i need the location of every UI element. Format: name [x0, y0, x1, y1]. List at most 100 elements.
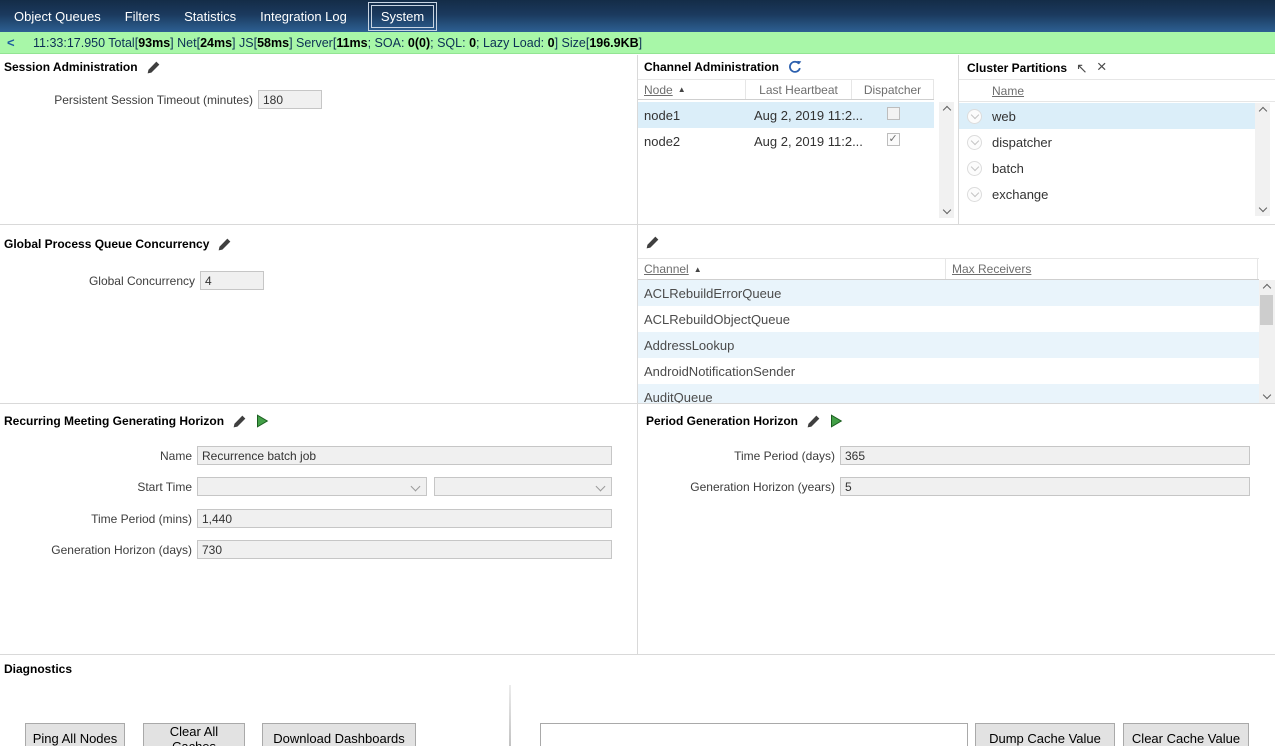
column-header-name[interactable]: Name: [992, 84, 1024, 98]
column-header-max-receivers[interactable]: Max Receivers: [946, 259, 1258, 279]
scroll-thumb[interactable]: [1260, 295, 1273, 325]
session-admin-panel: Session Administration Persistent Sessio…: [0, 55, 638, 225]
scrollbar[interactable]: [1259, 280, 1275, 403]
expand-chevron-icon[interactable]: [967, 161, 982, 176]
expand-chevron-icon[interactable]: [967, 187, 982, 202]
expand-chevron-icon[interactable]: [967, 109, 982, 124]
performance-status-bar: < 11:33:17.950 Total[93ms] Net[24ms] JS[…: [0, 32, 1275, 54]
download-dashboards-button[interactable]: Download Dashboards: [262, 723, 416, 746]
column-header-last-heartbeat[interactable]: Last Heartbeat: [746, 80, 852, 99]
nav-item-integration-log[interactable]: Integration Log: [254, 5, 353, 28]
edit-icon[interactable]: [646, 236, 659, 249]
channel-row[interactable]: AndroidNotificationSender: [638, 358, 1259, 384]
dispatcher-checkbox[interactable]: [887, 133, 900, 146]
cluster-partition-row[interactable]: web: [959, 103, 1255, 129]
session-timeout-label: Persistent Session Timeout (minutes): [0, 93, 258, 107]
system-admin-page: { "nav": { "items": [ {"label": "Object …: [0, 0, 1275, 746]
status-timestamp: 11:33:17.950: [33, 36, 105, 50]
edit-icon[interactable]: [233, 415, 246, 428]
column-header-node[interactable]: Node▲: [638, 80, 746, 99]
cache-key-input[interactable]: [540, 723, 968, 746]
close-icon[interactable]: ×: [1097, 58, 1107, 75]
scroll-down-arrow[interactable]: [939, 205, 954, 218]
status-metric: Lazy Load: 0]: [480, 36, 559, 50]
run-icon[interactable]: [829, 414, 843, 428]
nav-item-filters[interactable]: Filters: [119, 5, 166, 28]
scroll-up-arrow[interactable]: [939, 102, 954, 115]
start-time-date-select[interactable]: [197, 477, 427, 496]
status-metric: SOA: 0(0);: [371, 36, 434, 50]
period-generation-title: Period Generation Horizon: [646, 414, 798, 428]
nav-item-system[interactable]: System: [371, 5, 434, 28]
channel-admin-title: Channel Administration: [644, 60, 779, 74]
scrollbar[interactable]: [939, 102, 954, 218]
start-time-label: Start Time: [0, 480, 197, 494]
name-input[interactable]: [197, 446, 612, 465]
time-period-mins-input[interactable]: [197, 509, 612, 528]
top-nav: Object Queues Filters Statistics Integra…: [0, 0, 1275, 32]
column-header-channel[interactable]: Channel▲: [638, 259, 946, 279]
channel-row[interactable]: ACLRebuildErrorQueue: [638, 280, 1259, 306]
cluster-partition-row[interactable]: exchange: [959, 181, 1255, 207]
clear-all-caches-button[interactable]: Clear All Caches: [143, 723, 245, 746]
period-generation-panel: Period Generation Horizon Time Period (d…: [638, 404, 1275, 655]
generation-horizon-years-label: Generation Horizon (years): [638, 480, 840, 494]
cluster-partitions-title: Cluster Partitions: [967, 61, 1067, 75]
edit-icon[interactable]: [807, 415, 820, 428]
time-period-days-label: Time Period (days): [638, 449, 840, 463]
scroll-up-arrow[interactable]: [1259, 280, 1274, 293]
global-concurrency-input[interactable]: [200, 271, 264, 290]
time-period-mins-label: Time Period (mins): [0, 512, 197, 526]
popout-arrow-icon[interactable]: ↖: [1076, 61, 1088, 75]
scrollbar[interactable]: [1255, 103, 1270, 216]
scroll-down-arrow[interactable]: [1259, 390, 1274, 403]
nav-item-statistics[interactable]: Statistics: [178, 5, 242, 28]
generation-horizon-years-input[interactable]: [840, 477, 1250, 496]
dispatcher-checkbox[interactable]: [887, 107, 900, 120]
diagnostics-panel: Diagnostics Ping All Nodes Clear All Cac…: [0, 655, 1275, 746]
session-admin-title: Session Administration: [4, 60, 138, 74]
ping-all-nodes-button[interactable]: Ping All Nodes: [25, 723, 125, 746]
status-metric: Size[196.9KB]: [558, 36, 642, 50]
recurring-meeting-panel: Recurring Meeting Generating Horizon Nam…: [0, 404, 638, 655]
status-metric: Net[24ms]: [174, 36, 236, 50]
start-time-time-select[interactable]: [434, 477, 612, 496]
cluster-partition-row[interactable]: dispatcher: [959, 129, 1255, 155]
recurring-meeting-title: Recurring Meeting Generating Horizon: [4, 414, 224, 428]
edit-icon[interactable]: [147, 61, 160, 74]
edit-icon[interactable]: [218, 238, 231, 251]
session-timeout-input[interactable]: [258, 90, 322, 109]
global-concurrency-label: Global Concurrency: [0, 274, 200, 288]
cluster-partition-row[interactable]: batch: [959, 155, 1255, 181]
time-period-days-input[interactable]: [840, 446, 1250, 465]
diagnostics-title: Diagnostics: [4, 662, 72, 676]
generation-horizon-days-input[interactable]: [197, 540, 612, 559]
channel-queue-panel: Channel▲ Max Receivers ACLRebuildErrorQu…: [638, 225, 1275, 404]
scroll-down-arrow[interactable]: [1255, 203, 1270, 216]
channel-admin-panel: Channel Administration Node▲ Last Heartb…: [638, 55, 959, 225]
run-icon[interactable]: [255, 414, 269, 428]
name-label: Name: [0, 449, 197, 463]
collapse-chevron-icon[interactable]: <: [0, 35, 33, 50]
status-metric: Total[93ms]: [105, 36, 174, 50]
sort-asc-icon: ▲: [694, 265, 702, 274]
status-metric: JS[58ms]: [236, 36, 293, 50]
expand-chevron-icon[interactable]: [967, 135, 982, 150]
node-row[interactable]: node1 Aug 2, 2019 11:2...: [638, 102, 934, 128]
sort-asc-icon: ▲: [678, 85, 686, 94]
status-metric: SQL: 0;: [434, 36, 480, 50]
section-divider: [509, 685, 511, 746]
nav-item-object-queues[interactable]: Object Queues: [8, 5, 107, 28]
global-concurrency-panel: Global Process Queue Concurrency Global …: [0, 225, 638, 404]
dump-cache-value-button[interactable]: Dump Cache Value: [975, 723, 1115, 746]
refresh-icon[interactable]: [788, 60, 802, 74]
clear-cache-value-button[interactable]: Clear Cache Value: [1123, 723, 1249, 746]
column-header-dispatcher[interactable]: Dispatcher: [852, 80, 934, 99]
scroll-up-arrow[interactable]: [1255, 103, 1270, 116]
channel-row[interactable]: AuditQueue: [638, 384, 1259, 404]
node-row[interactable]: node2 Aug 2, 2019 11:2...: [638, 128, 934, 154]
generation-horizon-days-label: Generation Horizon (days): [0, 543, 197, 557]
channel-row[interactable]: ACLRebuildObjectQueue: [638, 306, 1259, 332]
channel-row[interactable]: AddressLookup: [638, 332, 1259, 358]
chevron-down-icon: [596, 482, 606, 492]
